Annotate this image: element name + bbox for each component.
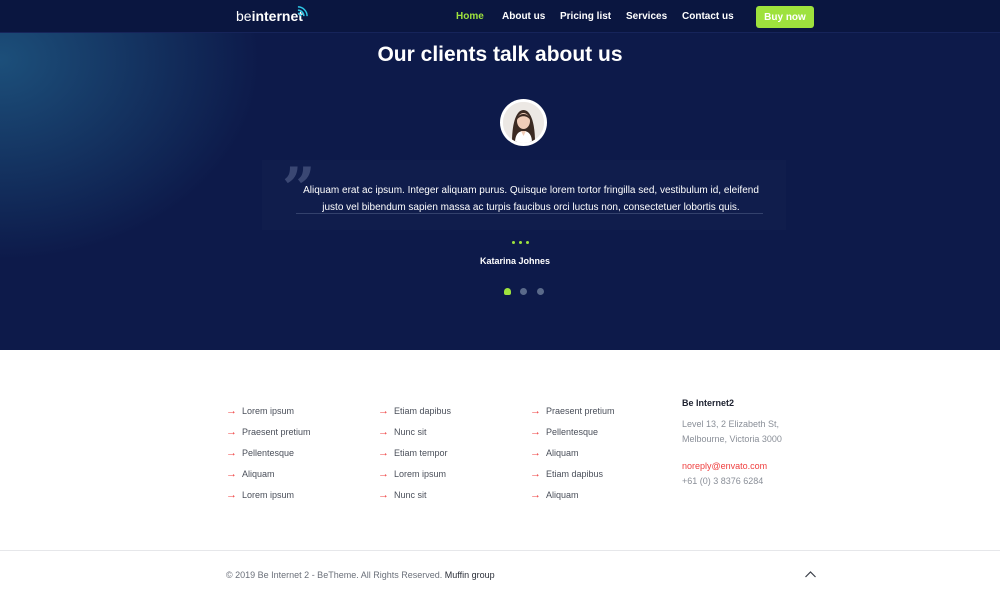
arrow-right-icon: → <box>378 405 389 418</box>
arrow-right-icon: → <box>530 405 541 418</box>
address-line-1: Level 13, 2 Elizabeth St, <box>682 419 780 429</box>
footer-link-label: Aliquam <box>546 489 579 500</box>
author-avatar <box>500 99 547 146</box>
chevron-up-icon[interactable] <box>804 569 817 580</box>
logo[interactable]: beinternet <box>236 8 303 24</box>
arrow-right-icon: → <box>530 467 541 480</box>
dot <box>526 241 529 244</box>
nav-pricing-list[interactable]: Pricing list <box>560 11 611 22</box>
footer-link[interactable]: → Lorem ipsum <box>226 484 311 505</box>
footer-link[interactable]: → Lorem ipsum <box>226 401 311 422</box>
arrow-right-icon: → <box>378 446 389 459</box>
nav-services[interactable]: Services <box>626 11 667 22</box>
quote-underline <box>296 213 763 214</box>
nav-contact-us[interactable]: Contact us <box>682 11 734 22</box>
arrow-right-icon: → <box>530 488 541 501</box>
testimonial-author: Katarina Johnes <box>479 256 551 266</box>
footer-link-label: Praesent pretium <box>242 427 311 438</box>
footer-link[interactable]: → Etiam tempor <box>378 443 451 464</box>
logo-text-be: be <box>236 8 252 24</box>
contact-phone: +61 (0) 3 8376 6284 <box>682 476 764 486</box>
arrow-right-icon: → <box>378 426 389 439</box>
footer-link[interactable]: → Aliquam <box>530 443 615 464</box>
testimonial-quote: Aliquam erat ac ipsum. Integer aliquam p… <box>303 185 759 213</box>
dot <box>519 241 522 244</box>
copyright: © 2019 Be Internet 2 - BeTheme. All Righ… <box>226 570 495 580</box>
contact-info: Be Internet2 Level 13, 2 Elizabeth St, M… <box>682 398 782 489</box>
arrow-right-icon: → <box>226 467 237 480</box>
footer-link-label: Lorem ipsum <box>242 406 295 417</box>
arrow-right-icon: → <box>226 405 237 418</box>
footer-link[interactable]: → Nunc sit <box>378 484 451 505</box>
footer-link[interactable]: → Praesent pretium <box>530 401 615 422</box>
footer-divider <box>0 550 1000 551</box>
footer-link-label: Nunc sit <box>394 427 427 438</box>
footer-link[interactable]: → Etiam dapibus <box>378 401 451 422</box>
footer-link-label: Aliquam <box>546 447 579 458</box>
footer-link-label: Praesent pretium <box>546 406 615 417</box>
logo-text-internet: internet <box>251 8 303 24</box>
decorative-dots <box>512 241 529 244</box>
author-photo <box>503 102 544 143</box>
footer-link[interactable]: → Aliquam <box>530 484 615 505</box>
arrow-right-icon: → <box>530 426 541 439</box>
footer-links-column-2: → Etiam dapibus → Nunc sit → Etiam tempor →… <box>378 401 451 505</box>
footer-link-label: Lorem ipsum <box>242 489 295 500</box>
slider-dot-1[interactable] <box>504 288 511 295</box>
footer-link-label: Aliquam <box>242 468 275 479</box>
footer-link[interactable]: → Aliquam <box>226 463 311 484</box>
footer-link[interactable]: → Nunc sit <box>378 422 451 443</box>
footer-link-label: Etiam dapibus <box>546 468 604 479</box>
footer-link-label: Pellentesque <box>546 427 599 438</box>
section-title: Our clients talk about us <box>377 43 623 66</box>
footer-link[interactable]: → Lorem ipsum <box>378 463 451 484</box>
footer-links-column-3: → Praesent pretium → Pellentesque → Aliquam… <box>530 401 615 505</box>
arrow-right-icon: → <box>378 467 389 480</box>
dot <box>512 241 515 244</box>
slider-dot-3[interactable] <box>537 288 544 295</box>
footer-link[interactable]: → Pellentesque <box>530 422 615 443</box>
buy-now-button[interactable]: Buy now <box>756 6 814 28</box>
nav-about-us[interactable]: About us <box>502 11 545 22</box>
arrow-right-icon: → <box>378 488 389 501</box>
nav-home[interactable]: Home <box>456 11 484 22</box>
footer-link-label: Pellentesque <box>242 447 295 458</box>
footer-link-label: Etiam tempor <box>394 447 448 458</box>
footer-link[interactable]: → Pellentesque <box>226 443 311 464</box>
footer-link-label: Nunc sit <box>394 489 427 500</box>
wifi-icon <box>297 6 308 17</box>
footer-link[interactable]: → Praesent pretium <box>226 422 311 443</box>
footer-link-label: Lorem ipsum <box>394 468 447 479</box>
top-navigation-bar: beinternet Home About us Pricing list Se… <box>0 0 1000 33</box>
muffin-group-link[interactable]: Muffin group <box>445 570 495 580</box>
contact-email-link[interactable]: noreply@envato.com <box>682 459 782 474</box>
arrow-right-icon: → <box>530 446 541 459</box>
footer-link-label: Etiam dapibus <box>394 406 452 417</box>
address-line-2: Melbourne, Victoria 3000 <box>682 434 782 444</box>
testimonial-section: beinternet Home About us Pricing list Se… <box>0 0 1000 350</box>
arrow-right-icon: → <box>226 446 237 459</box>
copyright-text: © 2019 Be Internet 2 - BeTheme. All Righ… <box>226 570 443 580</box>
footer-link[interactable]: → Etiam dapibus <box>530 463 615 484</box>
company-name: Be Internet2 <box>682 398 735 408</box>
footer-links-column-1: → Lorem ipsum → Praesent pretium → Pellente… <box>226 401 311 505</box>
slider-dot-2[interactable] <box>520 288 527 295</box>
arrow-right-icon: → <box>226 426 237 439</box>
arrow-right-icon: → <box>226 488 237 501</box>
